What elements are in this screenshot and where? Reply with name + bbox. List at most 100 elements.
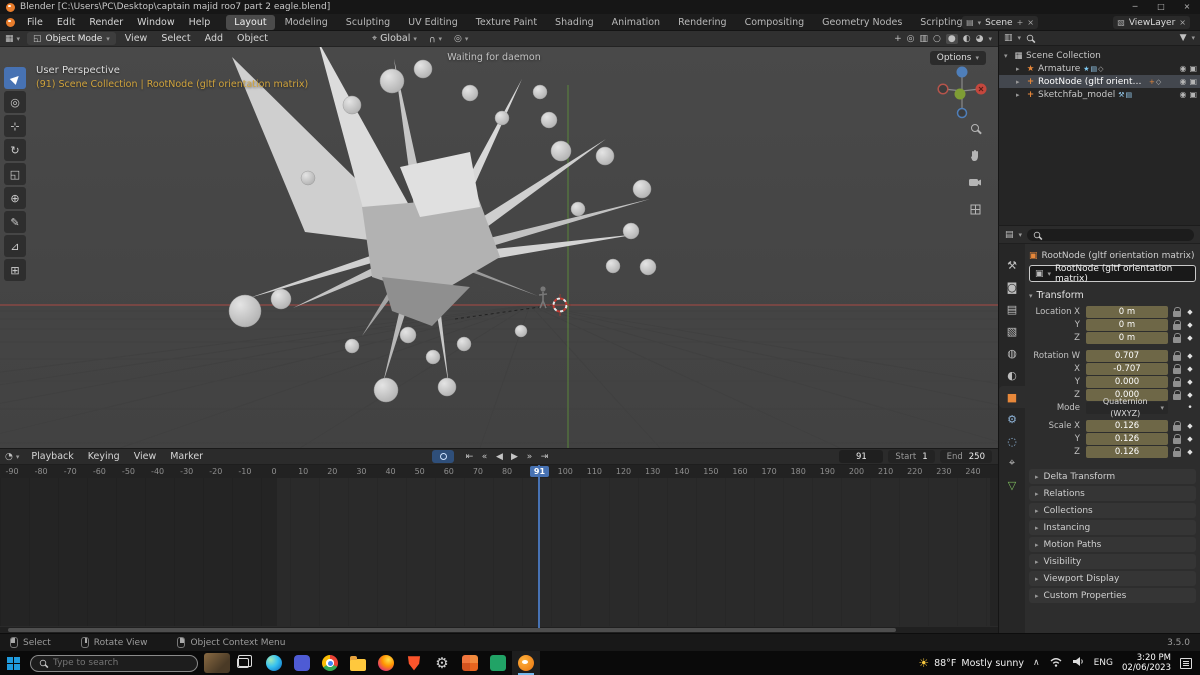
value-field[interactable]: 0.707	[1086, 350, 1168, 362]
menu-help[interactable]: Help	[182, 14, 218, 31]
keyframe-diamond-icon[interactable]: ◆	[1184, 422, 1196, 430]
properties-tab-data[interactable]: ▽	[999, 474, 1025, 496]
taskbar-search[interactable]	[30, 654, 198, 672]
workspace-tab-compositing[interactable]: Compositing	[737, 15, 813, 30]
remove-viewlayer-icon[interactable]: ×	[1179, 18, 1186, 27]
value-field[interactable]: 0.000	[1086, 376, 1168, 388]
tool-measure[interactable]: ⊿	[4, 235, 26, 257]
keyframe-diamond-icon[interactable]: ◆	[1184, 352, 1196, 360]
tool-move[interactable]: ⊹	[4, 115, 26, 137]
editor-type-button[interactable]: ▦ ▾	[0, 34, 25, 44]
menu-window[interactable]: Window	[130, 14, 181, 31]
menu-render[interactable]: Render	[82, 14, 130, 31]
keyframe-diamond-icon[interactable]: ◆	[1184, 365, 1196, 373]
viewport-menu-object[interactable]: Object	[230, 30, 275, 47]
jump-to-start-button[interactable]: ⇤	[462, 450, 477, 463]
properties-tab-output[interactable]: ▤	[999, 298, 1025, 320]
wifi-icon[interactable]	[1049, 656, 1063, 670]
camera-icon[interactable]: ▣	[1189, 90, 1197, 99]
workspace-tab-sculpting[interactable]: Sculpting	[338, 15, 398, 30]
value-field[interactable]: 0.126	[1086, 446, 1168, 458]
current-frame-badge[interactable]: 91	[530, 466, 549, 477]
tool-annotate[interactable]: ✎	[4, 211, 26, 233]
jump-to-previous-keyframe-button[interactable]: «	[477, 450, 492, 463]
search-input[interactable]	[53, 658, 173, 668]
mode-dropdown[interactable]: ◱ Object Mode ▾	[27, 32, 116, 45]
workspace-tab-layout[interactable]: Layout	[226, 14, 275, 30]
timeline-editor-type-button[interactable]: ◔ ▾	[0, 452, 24, 462]
expander-icon[interactable]: ▾	[1004, 52, 1013, 60]
panel-viewport-display[interactable]: ▸ Viewport Display	[1029, 571, 1196, 586]
keyframe-diamond-icon[interactable]: ◆	[1184, 435, 1196, 443]
expander-icon[interactable]: ▸	[1016, 65, 1025, 73]
workspace-tab-rendering[interactable]: Rendering	[670, 15, 735, 30]
lock-icon[interactable]	[1173, 332, 1181, 343]
keyframe-diamond-icon[interactable]: ◆	[1184, 308, 1196, 316]
toggle-xray-icon[interactable]: ▥	[920, 34, 929, 44]
pan-hand-icon[interactable]	[966, 146, 984, 164]
menu-file[interactable]: File	[20, 14, 50, 31]
scene-selector[interactable]: ▤ ▾ Scene + ×	[962, 16, 1038, 29]
value-field[interactable]: 0.126	[1086, 433, 1168, 445]
show-overlays-icon[interactable]: ◎	[907, 34, 915, 44]
unlink-scene-icon[interactable]: ×	[1027, 18, 1034, 27]
navigation-gizmo[interactable]	[934, 61, 990, 124]
properties-tab-physics[interactable]: ◌	[999, 430, 1025, 452]
timeline-menu-view[interactable]: View	[127, 448, 164, 465]
outliner-row-sketchfab-model[interactable]: ▸ + Sketchfab_model ⚒ ▤ ◉ ▣	[999, 88, 1200, 101]
properties-tab-world[interactable]: ◐	[999, 364, 1025, 386]
outliner-row-rootnode-gltf-orientation-matrix[interactable]: ▸+RootNode (gltf orientation matrix)+◇◉▣	[999, 75, 1200, 88]
weather-widget[interactable]: ☀ 88°F Mostly sunny	[918, 656, 1024, 670]
tool-tweak[interactable]: ▶	[4, 67, 26, 89]
properties-editor-icon[interactable]: ▤	[1005, 230, 1014, 240]
panel-motion-paths[interactable]: ▸ Motion Paths	[1029, 537, 1196, 552]
eye-icon[interactable]: ◉	[1179, 77, 1186, 86]
lock-icon[interactable]	[1173, 420, 1181, 431]
search-icon[interactable]	[1026, 34, 1034, 42]
keyframe-diamond-icon[interactable]: ◆	[1184, 378, 1196, 386]
keyframe-diamond-icon[interactable]: ◆	[1184, 334, 1196, 342]
outliner-editor-icon[interactable]: ▥	[1004, 33, 1013, 43]
properties-tab-view-layer[interactable]: ▧	[999, 320, 1025, 342]
outliner-row-armature[interactable]: ▸ ★ Armature ★ ▤ ◇ ◉ ▣	[999, 62, 1200, 75]
keyframe-diamond-icon[interactable]: ◆	[1184, 391, 1196, 399]
tool-scale[interactable]: ◱	[4, 163, 26, 185]
maximize-button[interactable]: □	[1148, 0, 1174, 14]
gizmo-negative-x-axis[interactable]	[937, 83, 949, 95]
shading-material-icon[interactable]: ◐	[963, 34, 971, 44]
language-indicator[interactable]: ENG	[1094, 658, 1113, 668]
workspace-tab-animation[interactable]: Animation	[604, 15, 668, 30]
value-field[interactable]: 0 m	[1086, 332, 1168, 344]
close-button[interactable]: ×	[1174, 0, 1200, 14]
properties-tab-scene[interactable]: ◍	[999, 342, 1025, 364]
camera-icon[interactable]: ▣	[1189, 64, 1197, 73]
end-frame-field[interactable]: End 250	[939, 450, 992, 463]
zoom-icon[interactable]	[966, 119, 984, 137]
camera-view-icon[interactable]	[966, 173, 984, 191]
viewport-3d[interactable]: User Perspective (91) Scene Collection |…	[0, 47, 998, 448]
lock-icon[interactable]	[1173, 376, 1181, 387]
taskbar-app-edge[interactable]	[260, 651, 288, 675]
tool-cursor[interactable]: ◎	[4, 91, 26, 113]
viewlayer-selector[interactable]: ▧ ViewLayer ×	[1113, 16, 1190, 29]
panel-custom-properties[interactable]: ▸ Custom Properties	[1029, 588, 1196, 603]
playhead-line[interactable]	[538, 465, 540, 628]
timeline-menu-keying[interactable]: Keying	[81, 448, 127, 465]
panel-visibility[interactable]: ▸ Visibility	[1029, 554, 1196, 569]
taskbar-app-chrome[interactable]	[316, 651, 344, 675]
lock-icon[interactable]	[1173, 433, 1181, 444]
workspace-tab-shading[interactable]: Shading	[547, 15, 602, 30]
volume-icon[interactable]	[1072, 656, 1085, 670]
shading-wireframe-icon[interactable]: ○	[933, 34, 941, 44]
gizmo-negative-z-axis[interactable]	[956, 107, 968, 119]
transform-orientation-dropdown[interactable]: ⌖ Global ▾	[367, 33, 422, 44]
panel-collections[interactable]: ▸ Collections	[1029, 503, 1196, 518]
auto-keyframe-button[interactable]	[432, 450, 454, 463]
lock-icon[interactable]	[1173, 363, 1181, 374]
properties-tab-tool[interactable]: ⚒	[999, 254, 1025, 276]
keyframe-diamond-icon[interactable]: ◆	[1184, 448, 1196, 456]
properties-tab-constraints[interactable]: ⌖	[999, 452, 1025, 474]
menu-edit[interactable]: Edit	[50, 14, 82, 31]
snap-toggle[interactable]: ∪ ▾	[424, 34, 447, 44]
tool-transform[interactable]: ⊕	[4, 187, 26, 209]
